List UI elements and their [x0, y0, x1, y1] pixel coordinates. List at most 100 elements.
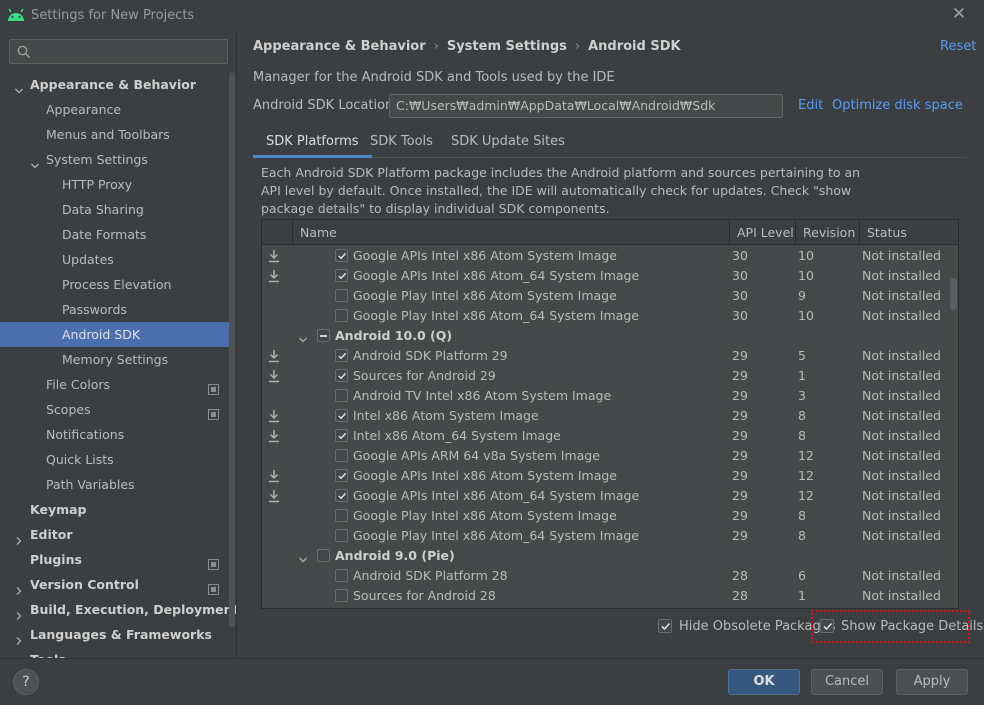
chevron-down-icon[interactable] — [14, 79, 24, 94]
column-header-api-level[interactable]: API Level — [729, 220, 795, 245]
api-level-cell: 29 — [732, 428, 748, 443]
apply-button[interactable]: Apply — [896, 669, 968, 695]
checkbox-unchecked-icon[interactable] — [335, 289, 348, 302]
sidebar-item[interactable]: Date Formats — [0, 222, 235, 247]
checkbox-unchecked-icon[interactable] — [335, 529, 348, 542]
cancel-button[interactable]: Cancel — [811, 669, 883, 695]
sidebar-item[interactable]: Quick Lists — [0, 447, 235, 472]
table-row[interactable]: Android TV Intel x86 Atom System Image 29… — [262, 386, 948, 406]
sidebar-item[interactable]: Android SDK — [0, 322, 235, 347]
checkbox-unchecked-icon[interactable] — [335, 589, 348, 602]
chevron-down-icon[interactable] — [298, 551, 308, 563]
page-description: Manager for the Android SDK and Tools us… — [253, 70, 615, 85]
search-icon — [17, 45, 31, 59]
optimize-disk-space-link[interactable]: Optimize disk space — [832, 98, 963, 113]
sidebar-item[interactable]: Build, Execution, Deployment — [0, 597, 236, 622]
table-row[interactable]: Android SDK Platform 29 29 5 Not installed — [262, 346, 948, 366]
sidebar-item[interactable]: HTTP Proxy — [0, 172, 235, 197]
table-row[interactable]: Sources for Android 28 28 1 Not installed — [262, 586, 948, 606]
sidebar-item[interactable]: Data Sharing — [0, 197, 235, 222]
sidebar-item[interactable]: File Colors — [0, 372, 235, 397]
tab-sdk-platforms[interactable]: SDK Platforms — [253, 128, 372, 158]
sidebar-item[interactable]: Appearance — [0, 97, 235, 122]
tab-sdk-update-sites[interactable]: SDK Update Sites — [438, 128, 578, 158]
help-button[interactable]: ? — [13, 669, 39, 695]
chevron-right-icon[interactable] — [14, 579, 24, 595]
table-row[interactable]: Android SDK Platform 28 28 6 Not installed — [262, 566, 948, 586]
close-icon[interactable]: ✕ — [950, 5, 968, 23]
checkbox-checked-icon[interactable] — [335, 249, 348, 262]
chevron-right-icon[interactable] — [14, 629, 24, 645]
table-row[interactable]: Google APIs Intel x86 Atom System Image 3… — [262, 246, 948, 266]
hide-obsolete-packages-checkbox[interactable]: Hide Obsolete Packages — [658, 618, 835, 636]
sdk-location-field[interactable]: C:₩Users₩admin₩AppData₩Local₩Android₩Sdk — [389, 94, 783, 118]
table-row[interactable]: Google Play Intel x86 Atom System Image 2… — [262, 506, 948, 526]
checkbox-unchecked-icon[interactable] — [335, 309, 348, 322]
column-header-status[interactable]: Status — [859, 220, 958, 245]
sidebar-item[interactable]: Menus and Toolbars — [0, 122, 235, 147]
tab-sdk-tools[interactable]: SDK Tools — [357, 128, 446, 158]
checkbox-unchecked-icon[interactable] — [317, 549, 330, 562]
table-group-row[interactable]: Android 9.0 (Pie) — [262, 546, 948, 566]
sidebar-item[interactable]: Notifications — [0, 422, 235, 447]
checkbox-partial-icon[interactable] — [317, 329, 330, 342]
sidebar-item-label: Keymap — [30, 502, 87, 517]
sidebar-item[interactable]: Appearance & Behavior — [0, 72, 235, 97]
sidebar-item[interactable]: Tools — [0, 647, 235, 658]
download-icon — [268, 409, 280, 423]
search-input[interactable] — [9, 39, 228, 64]
checkbox-checked-icon[interactable] — [335, 409, 348, 422]
checkbox-unchecked-icon[interactable] — [335, 449, 348, 462]
sidebar-item[interactable]: Languages & Frameworks — [0, 622, 235, 647]
edit-link[interactable]: Edit — [798, 98, 823, 113]
sidebar-item[interactable]: Version Control — [0, 572, 235, 597]
chevron-right-icon[interactable] — [14, 529, 24, 545]
breadcrumb-item[interactable]: System Settings — [447, 39, 567, 54]
sidebar-item[interactable]: Editor — [0, 522, 235, 547]
sidebar-item-label: Process Elevation — [62, 277, 172, 292]
table-row[interactable]: Intel x86 Atom System Image 29 8 Not instal… — [262, 406, 948, 426]
sidebar-item[interactable]: System Settings — [0, 147, 235, 172]
sidebar-item[interactable]: Passwords — [0, 297, 235, 322]
sidebar-item[interactable]: Plugins — [0, 547, 235, 572]
checkbox-unchecked-icon[interactable] — [335, 569, 348, 582]
chevron-down-icon[interactable] — [298, 331, 308, 343]
table-row[interactable]: Google APIs Intel x86 Atom_64 System Ima… — [262, 266, 948, 286]
table-row[interactable]: Google Play Intel x86 Atom_64 System Ima… — [262, 526, 948, 546]
chevron-down-icon[interactable] — [30, 154, 40, 169]
status-cell: Not installed — [862, 448, 941, 463]
table-row[interactable]: Google APIs ARM 64 v8a System Image 29 12 N… — [262, 446, 948, 466]
checkbox-checked-icon[interactable] — [335, 429, 348, 442]
ok-button[interactable]: OK — [728, 669, 800, 695]
breadcrumb-item[interactable]: Appearance & Behavior — [253, 39, 426, 54]
checkbox-checked-icon[interactable] — [335, 469, 348, 482]
table-row[interactable]: Google Play Intel x86 Atom System Image 3… — [262, 286, 948, 306]
table-row[interactable]: Intel x86 Atom_64 System Image 29 8 Not ins… — [262, 426, 948, 446]
sidebar-item[interactable]: Keymap — [0, 497, 235, 522]
package-name: Google Play Intel x86 Atom System Image — [353, 508, 617, 523]
table-row[interactable]: Google Play Intel x86 Atom_64 System Ima… — [262, 306, 948, 326]
reset-link[interactable]: Reset — [940, 39, 976, 54]
table-row[interactable]: Google APIs Intel x86 Atom_64 System Ima… — [262, 486, 948, 506]
checkbox-unchecked-icon[interactable] — [335, 509, 348, 522]
status-cell: Not installed — [862, 588, 941, 603]
checkbox-checked-icon[interactable] — [658, 618, 672, 633]
checkbox-checked-icon[interactable] — [335, 369, 348, 382]
sidebar-item[interactable]: Path Variables — [0, 472, 235, 497]
table-row[interactable]: Sources for Android 29 29 1 Not installed — [262, 366, 948, 386]
sidebar-item[interactable]: Updates — [0, 247, 235, 272]
table-group-row[interactable]: Android 10.0 (Q) — [262, 326, 948, 346]
sidebar-item[interactable]: Process Elevation — [0, 272, 235, 297]
sidebar-scrollbar[interactable] — [229, 72, 235, 627]
checkbox-unchecked-icon[interactable] — [335, 389, 348, 402]
column-header-name[interactable]: Name — [292, 220, 731, 245]
sidebar-item[interactable]: Memory Settings — [0, 347, 235, 372]
column-header-revision[interactable]: Revision — [795, 220, 859, 245]
chevron-right-icon[interactable] — [14, 604, 24, 620]
checkbox-checked-icon[interactable] — [335, 349, 348, 362]
table-scrollbar[interactable] — [950, 278, 957, 310]
table-row[interactable]: Google APIs Intel x86 Atom System Image 2… — [262, 466, 948, 486]
checkbox-checked-icon[interactable] — [335, 269, 348, 282]
sidebar-item[interactable]: Scopes — [0, 397, 235, 422]
checkbox-checked-icon[interactable] — [335, 489, 348, 502]
